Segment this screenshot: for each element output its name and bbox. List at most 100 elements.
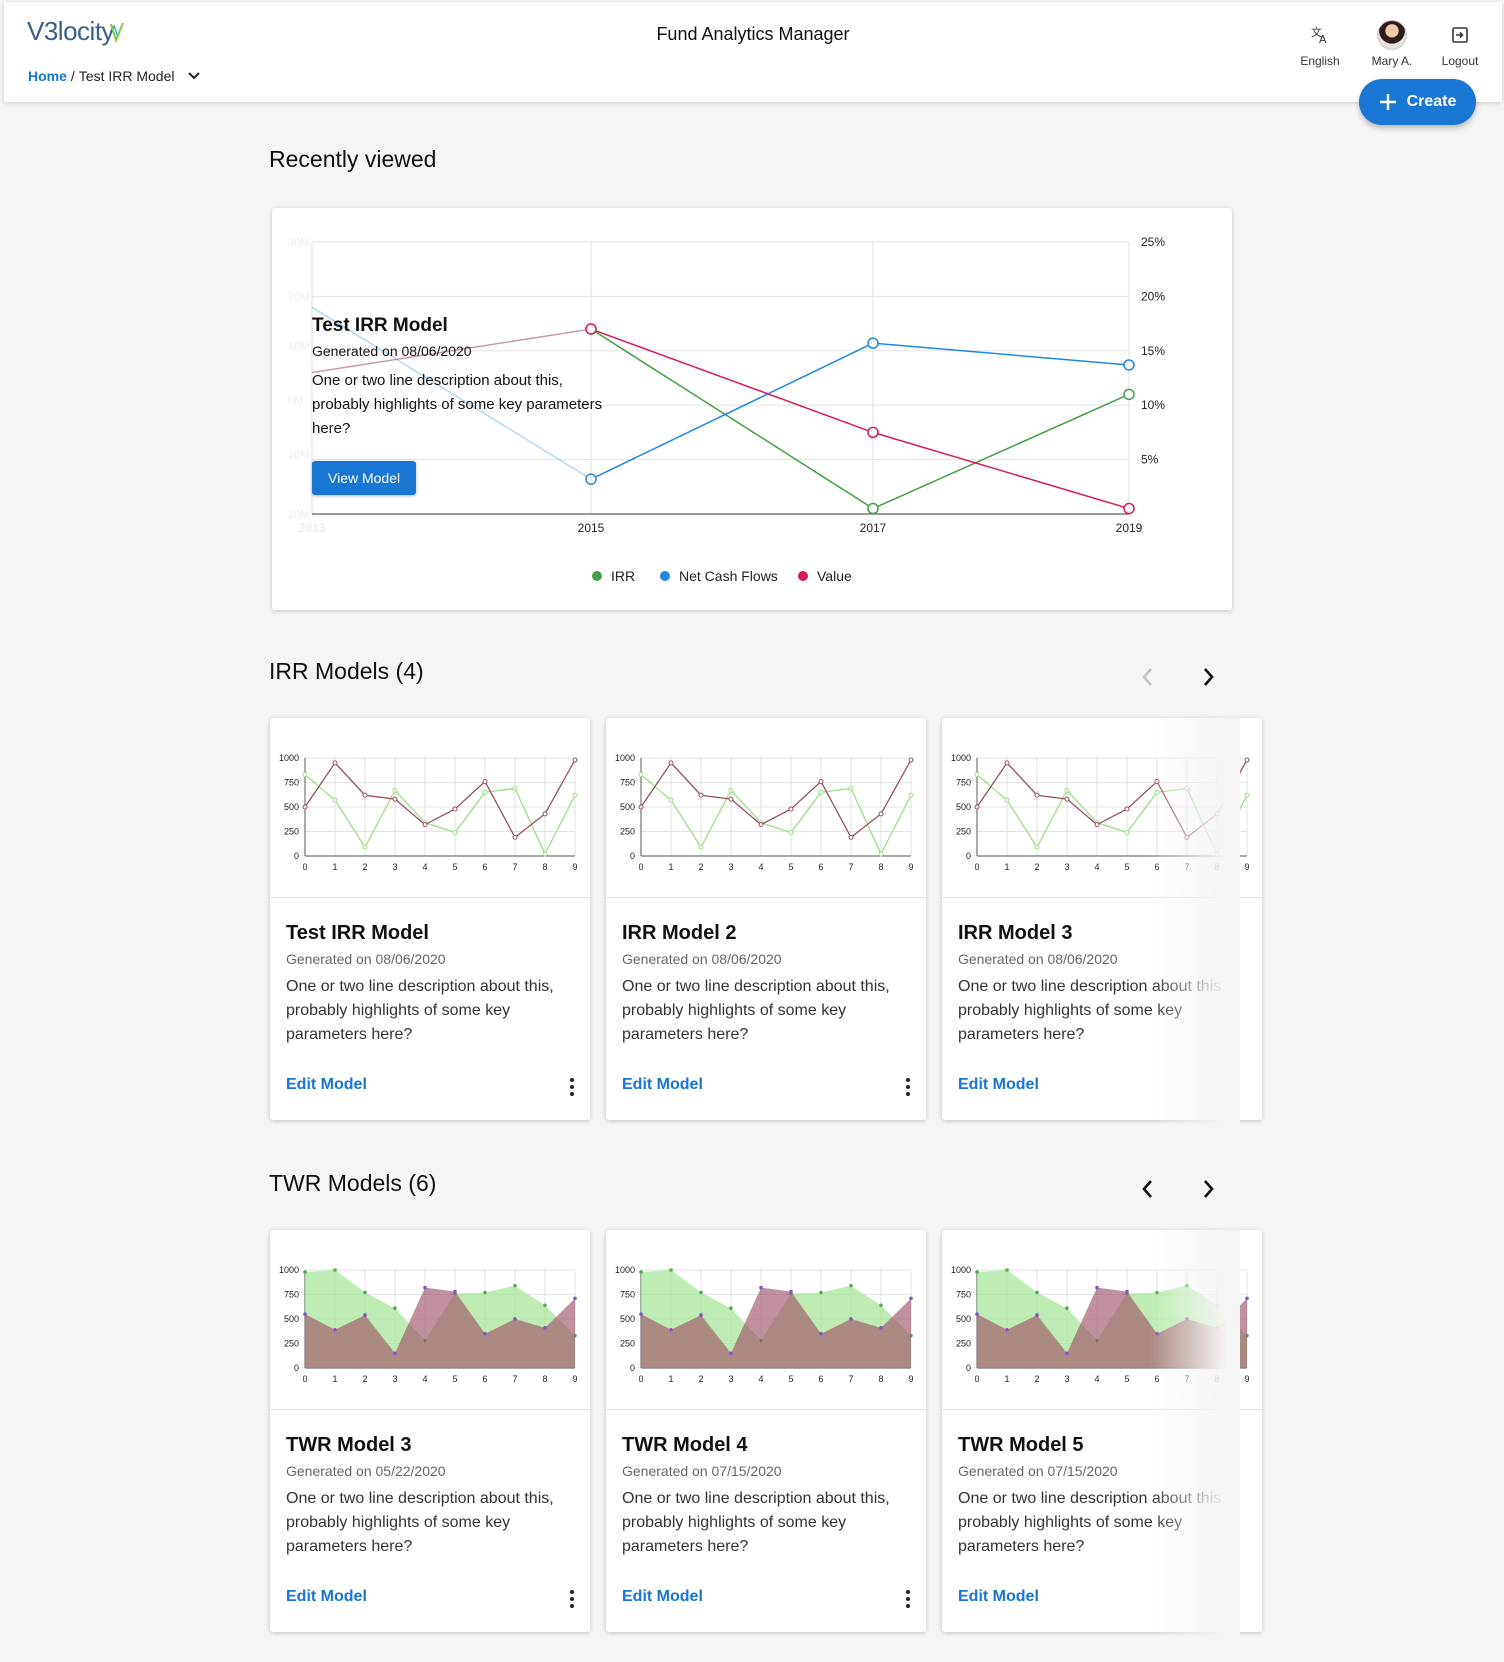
data-point <box>699 1290 703 1295</box>
edit-model-link[interactable]: Edit Model <box>958 1588 1039 1606</box>
y-tick-label: 250 <box>284 827 299 837</box>
y-tick-label: 500 <box>956 802 971 812</box>
x-tick-label: 6 <box>818 1374 823 1384</box>
data-point <box>788 829 794 835</box>
chevron-down-icon[interactable] <box>187 71 201 81</box>
logout-button[interactable]: Logout <box>1425 20 1495 68</box>
x-tick-label: 0 <box>302 1374 307 1384</box>
y-tick-label: 1000 <box>951 1265 971 1275</box>
data-point <box>729 1351 733 1356</box>
model-card-date: Generated on 08/06/2020 <box>286 951 446 967</box>
create-button[interactable]: Create <box>1359 79 1476 125</box>
series-line <box>304 774 576 856</box>
y-tick-label: 750 <box>620 1290 635 1300</box>
data-point <box>1215 1326 1219 1330</box>
y-tick-label: 250 <box>284 1339 299 1349</box>
user-name: Mary A. <box>1371 54 1413 68</box>
data-point <box>1005 1268 1009 1272</box>
y-tick-label: 500 <box>284 802 299 812</box>
data-point <box>819 1331 823 1336</box>
model-card[interactable]: 0 1 2 3 4 5 6 7 8 9 0 250 500 750 1000 IRR Model 2 Gener… <box>606 718 926 1120</box>
breadcrumb: Home / Test IRR Model <box>28 68 201 84</box>
x-tick-label: 6 <box>818 862 823 872</box>
view-model-button[interactable]: View Model <box>312 461 417 495</box>
chevron-right-icon[interactable] <box>1196 1176 1222 1202</box>
more-vert-icon[interactable] <box>564 1588 580 1610</box>
legend-label: IRR <box>611 568 635 584</box>
plus-icon <box>1379 94 1396 110</box>
recent-model-title: Test IRR Model <box>312 315 448 336</box>
x-tick-label: 5 <box>452 862 457 872</box>
data-point <box>758 822 764 828</box>
y-left-tick-label: 10M <box>288 449 309 461</box>
breadcrumb-home-link[interactable]: Home <box>28 68 67 84</box>
data-point <box>818 779 824 785</box>
data-point <box>909 1296 913 1301</box>
x-tick-label: 3 <box>1064 862 1069 872</box>
edit-model-link[interactable]: Edit Model <box>286 1076 367 1094</box>
model-card[interactable]: 0 1 2 3 4 5 6 7 8 9 0 250 500 750 1000 IRR Model 3 Gener… <box>942 718 1262 1120</box>
edit-model-link[interactable]: Edit Model <box>958 1076 1039 1094</box>
data-point <box>573 1296 577 1301</box>
user-menu-button[interactable]: Mary A. <box>1357 20 1427 68</box>
data-point <box>878 811 884 817</box>
more-vert-icon[interactable] <box>900 1588 916 1610</box>
data-point <box>482 779 488 785</box>
chevron-left-icon[interactable] <box>1134 1176 1160 1202</box>
language-button[interactable]: 文A English <box>1285 20 1355 68</box>
x-tick-label: 9 <box>572 862 577 872</box>
data-point <box>542 811 548 817</box>
data-point <box>974 772 980 778</box>
x-tick-label: 9 <box>908 862 913 872</box>
edit-model-link[interactable]: Edit Model <box>622 1076 703 1094</box>
model-card-chart: 0 1 2 3 4 5 6 7 8 9 0 250 500 750 1000 <box>606 1265 926 1410</box>
y-tick-label: 5% <box>1141 453 1159 467</box>
y-tick-label: 250 <box>956 827 971 837</box>
y-left-tick-label: 0M <box>288 395 303 407</box>
data-point <box>1065 1306 1069 1311</box>
data-point <box>849 1283 853 1288</box>
data-point <box>819 1290 823 1295</box>
data-point <box>453 1289 457 1294</box>
data-point <box>332 760 338 766</box>
x-tick-label: 5 <box>788 862 793 872</box>
edit-model-link[interactable]: Edit Model <box>622 1588 703 1606</box>
data-point <box>422 822 428 828</box>
data-point <box>1154 779 1160 785</box>
x-tick-label: 2 <box>362 1374 367 1384</box>
data-point <box>452 806 458 812</box>
x-tick-label: 1 <box>332 1374 337 1384</box>
data-point <box>698 792 704 798</box>
top-app-bar: V3locity Home / Test IRR Model Fund Anal… <box>4 2 1502 102</box>
x-tick-label: 0 <box>302 862 307 872</box>
recent-model-card: 2013 2015 2017 2019 5% 10% 15% 20% 25% 30M 20M 10M 0… <box>272 208 1232 610</box>
data-point <box>1005 1327 1009 1332</box>
x-tick-label: 5 <box>452 1374 457 1384</box>
chevron-right-icon[interactable] <box>1196 664 1222 690</box>
data-point <box>669 1268 673 1272</box>
edit-model-link[interactable]: Edit Model <box>286 1588 367 1606</box>
model-card[interactable]: 0 1 2 3 4 5 6 7 8 9 0 250 500 750 1000 TWR Model 4 Gener… <box>606 1230 926 1632</box>
x-tick-label: 4 <box>758 1374 763 1384</box>
data-point <box>879 1303 883 1308</box>
model-card-date: Generated on 07/15/2020 <box>622 1463 782 1479</box>
x-tick-label: 3 <box>728 1374 733 1384</box>
recent-model-date: Generated on 08/06/2020 <box>312 343 472 359</box>
data-point <box>513 1317 517 1321</box>
more-vert-icon[interactable] <box>900 1076 916 1098</box>
x-tick-label: 0 <box>638 862 643 872</box>
data-point <box>1064 787 1070 793</box>
y-tick-label: 500 <box>284 1314 299 1324</box>
model-card[interactable]: 0 1 2 3 4 5 6 7 8 9 0 250 500 750 1000 TWR Model 3 Gener… <box>270 1230 590 1632</box>
model-card[interactable]: 0 1 2 3 4 5 6 7 8 9 0 250 500 750 1000 Test IRR Model Ge… <box>270 718 590 1120</box>
data-point <box>302 772 308 778</box>
model-card[interactable]: 0 1 2 3 4 5 6 7 8 9 0 250 500 750 1000 TWR Model 5 Gener… <box>942 1230 1262 1632</box>
chevron-left-icon[interactable] <box>1134 664 1160 690</box>
data-point <box>639 1312 643 1316</box>
more-vert-icon[interactable] <box>564 1076 580 1098</box>
data-point <box>393 1351 397 1356</box>
data-point <box>879 1326 883 1330</box>
data-point <box>975 1270 979 1274</box>
x-tick-label: 7 <box>512 862 517 872</box>
y-tick-label: 750 <box>284 778 299 788</box>
